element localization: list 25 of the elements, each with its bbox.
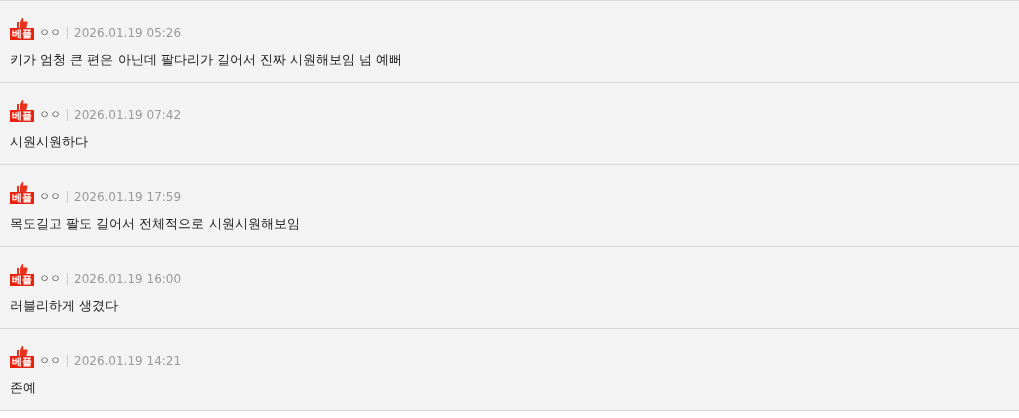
- thumbs-up-icon: [16, 264, 28, 274]
- author-name: ㅇㅇ: [39, 354, 61, 368]
- comment-text: 키가 엄청 큰 편은 아닌데 팔다리가 길어서 진짜 시원해보임 넘 예뻐: [10, 51, 404, 69]
- comment-text: 러블리하게 생겼다: [10, 297, 120, 315]
- comment-text: 존예: [10, 379, 37, 397]
- best-badge: 베플: [10, 110, 34, 122]
- thumbs-up-icon: [16, 100, 28, 110]
- thumbs-up-icon: [16, 346, 28, 356]
- author-name: ㅇㅇ: [39, 272, 61, 286]
- author-name: ㅇㅇ: [39, 26, 61, 40]
- author-name: ㅇㅇ: [39, 190, 61, 204]
- thumbs-up-icon: [16, 182, 28, 192]
- comment-text: 시원시원하다: [10, 133, 89, 151]
- comment-text: 목도길고 팔도 길어서 전체적으로 시원시원해보임: [10, 215, 301, 233]
- comment-date: 2026.01.19 14:21: [74, 354, 182, 368]
- thumbs-up-icon: [16, 18, 28, 28]
- best-badge: 베플: [10, 274, 34, 286]
- comment-date: 2026.01.19 17:59: [74, 190, 182, 204]
- comment-date: 2026.01.19 07:42: [74, 108, 182, 122]
- comment-date: 2026.01.19 05:26: [74, 26, 182, 40]
- author-name: ㅇㅇ: [39, 108, 61, 122]
- best-badge: 베플: [10, 192, 34, 204]
- best-badge: 베플: [10, 28, 34, 40]
- comment-date: 2026.01.19 16:00: [74, 272, 182, 286]
- best-badge: 베플: [10, 356, 34, 368]
